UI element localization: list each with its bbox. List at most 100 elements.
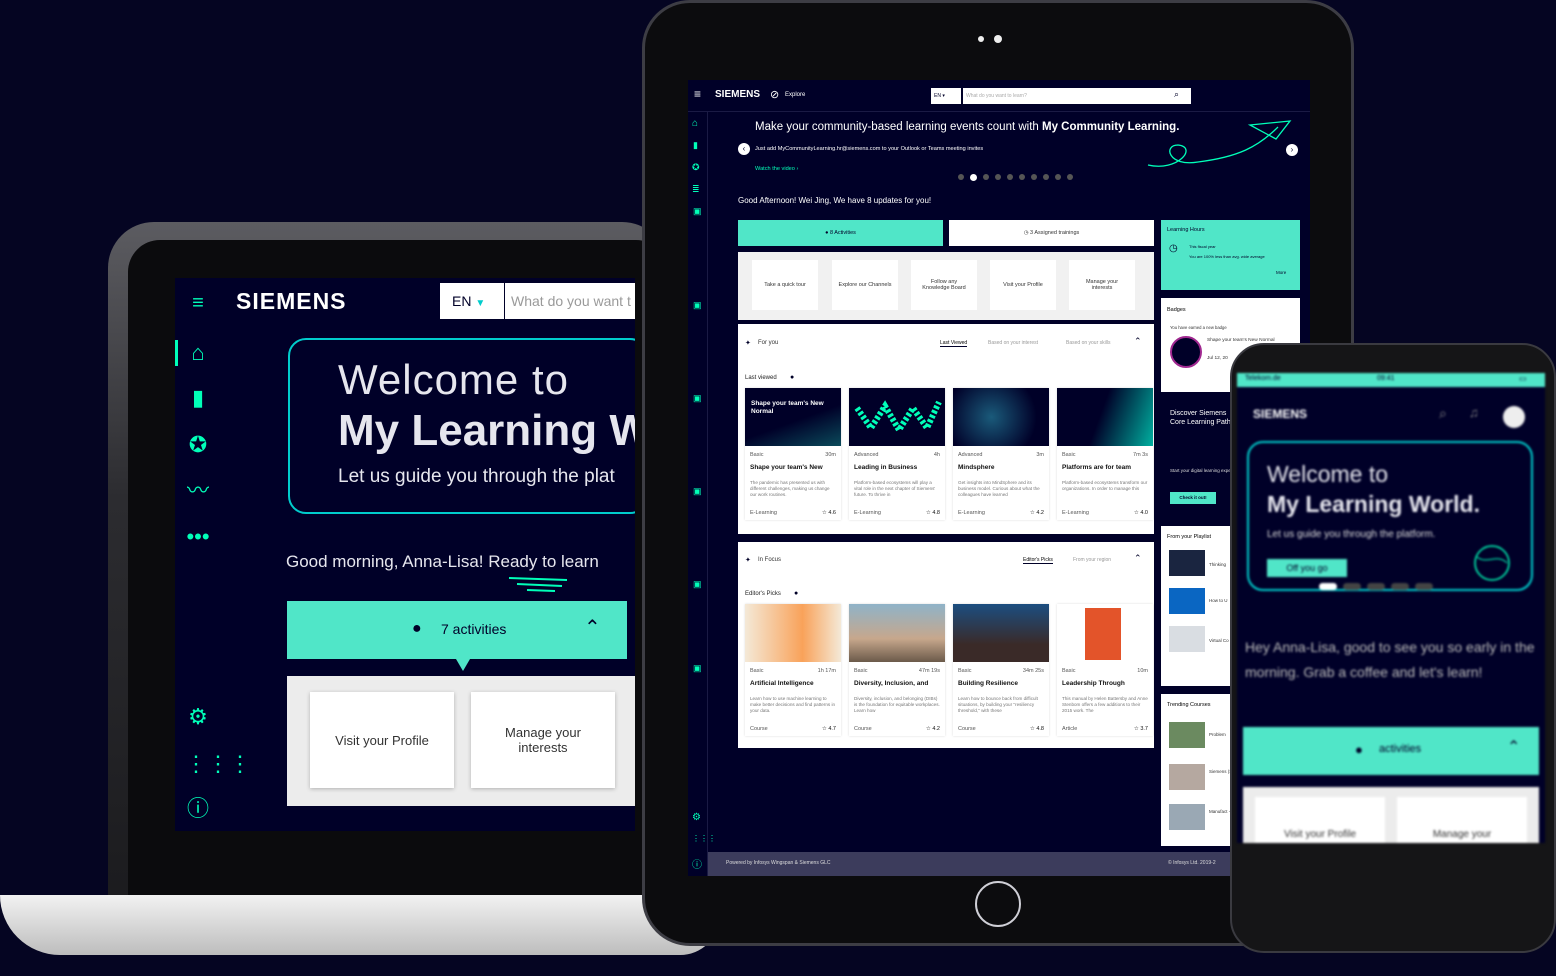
trending-thumbnail[interactable] xyxy=(1169,764,1205,790)
dot-icon[interactable] xyxy=(1415,583,1433,590)
apps-grid-icon[interactable]: ⋮⋮⋮ xyxy=(185,751,251,777)
apps-grid-icon[interactable]: ⋮⋮⋮ xyxy=(692,834,716,843)
chevron-up-icon[interactable]: ⌃ xyxy=(1134,553,1142,564)
dot-icon[interactable] xyxy=(983,174,989,180)
dot-icon[interactable] xyxy=(1067,174,1073,180)
id-card-icon[interactable]: ▣ xyxy=(693,206,702,217)
language-select[interactable]: EN ▼ xyxy=(440,283,504,319)
chevron-down-icon: ▼ xyxy=(475,298,486,309)
info-icon[interactable]: ● xyxy=(790,374,794,381)
course-card[interactable]: Advanced 3m Mindsphere Get insights into… xyxy=(953,388,1049,520)
dot-icon[interactable] xyxy=(1055,174,1061,180)
course-card[interactable]: Basic 10m Leadership Through This manual… xyxy=(1057,604,1153,736)
course-card[interactable]: Basic 47m 19s Diversity, Inclusion, and … xyxy=(849,604,945,736)
manage-interests-card[interactable]: Manage your xyxy=(1397,797,1527,843)
analytics-icon[interactable]: 〰 xyxy=(185,478,211,504)
learning-hours-card[interactable]: Learning Hours ◷ This fiscal year You ar… xyxy=(1161,220,1300,290)
help-icon[interactable]: ⓘ xyxy=(692,856,702,871)
tab-editors-picks[interactable]: Editor's Picks xyxy=(1023,557,1053,564)
dot-icon[interactable] xyxy=(1391,583,1409,590)
search-input[interactable]: What do you want to learn? xyxy=(963,88,1191,104)
bell-icon[interactable]: ♫ xyxy=(1469,405,1479,420)
carousel-prev-icon[interactable]: ‹ xyxy=(738,143,750,155)
carousel-next-icon[interactable]: › xyxy=(1286,144,1298,156)
activities-toggle[interactable]: ● activities ⌃ xyxy=(1243,727,1539,775)
trending-thumbnail[interactable] xyxy=(1169,722,1205,748)
rating-value: 4.8 xyxy=(932,510,940,516)
manage-interests-card[interactable]: Manage your interests xyxy=(471,692,615,788)
activities-toggle[interactable]: ● 7 activities ⌃ xyxy=(287,601,627,659)
visit-profile-card[interactable]: Visit your Profile xyxy=(310,692,454,788)
dot-icon[interactable] xyxy=(1367,583,1385,590)
explore-channels-card[interactable]: Explore our Channels xyxy=(832,260,898,310)
dot-icon[interactable] xyxy=(1019,174,1025,180)
explore-link[interactable]: Explore xyxy=(785,92,805,98)
dot-icon[interactable] xyxy=(995,174,1001,180)
take-tour-card[interactable]: Take a quick tour xyxy=(752,260,818,310)
more-icon[interactable]: ••• xyxy=(185,524,211,550)
tab-based-on-interest[interactable]: Based on your interest xyxy=(988,340,1038,346)
id-card-icon[interactable]: ▣ xyxy=(693,663,702,674)
settings-icon[interactable]: ⚙ xyxy=(692,812,701,823)
dot-icon[interactable] xyxy=(1043,174,1049,180)
dot-icon[interactable] xyxy=(958,174,964,180)
search-input[interactable]: What do you want t xyxy=(505,283,635,319)
home-icon[interactable]: ⌂ xyxy=(185,340,211,366)
dot-active-icon[interactable] xyxy=(970,174,977,181)
watch-video-link[interactable]: Watch the video › xyxy=(755,166,798,172)
settings-icon[interactable]: ⚙ xyxy=(185,704,211,730)
activities-tab[interactable]: ● 8 Activities xyxy=(738,220,943,246)
manage-interests-card[interactable]: Manage your interests xyxy=(1069,260,1135,310)
playlist-thumbnail[interactable] xyxy=(1169,588,1205,614)
knowledge-board-card[interactable]: Follow any Knowledge Board xyxy=(911,260,977,310)
visit-profile-card[interactable]: Visit your Profile xyxy=(1255,797,1385,843)
course-card[interactable]: Basic 7m 3s Platforms are for team Platf… xyxy=(1057,388,1153,520)
home-icon[interactable]: ⌂ xyxy=(692,118,698,129)
playlist-item[interactable]: Thinking xyxy=(1209,562,1226,567)
dot-icon[interactable] xyxy=(1343,583,1361,590)
trending-thumbnail[interactable] xyxy=(1169,804,1205,830)
id-card-icon[interactable]: ▣ xyxy=(693,486,702,497)
menu-icon[interactable]: ≡ xyxy=(694,87,701,101)
avatar[interactable] xyxy=(1503,406,1525,428)
tab-from-your-region[interactable]: From your region xyxy=(1073,557,1111,563)
playlist-thumbnail[interactable] xyxy=(1169,550,1205,576)
search-icon[interactable]: ⌕ xyxy=(1439,405,1447,422)
trending-item[interactable]: Problem xyxy=(1209,732,1226,737)
off-you-go-button[interactable]: Off you go xyxy=(1267,559,1347,577)
menu-icon[interactable]: ≡ xyxy=(185,290,211,316)
more-link[interactable]: More xyxy=(1276,270,1286,275)
language-select[interactable]: EN ▾ xyxy=(931,88,961,104)
dot-icon[interactable] xyxy=(1007,174,1013,180)
search-icon[interactable]: ⌕ xyxy=(1174,89,1179,100)
course-card[interactable]: Basic 34m 25s Building Resilience Learn … xyxy=(953,604,1049,736)
book-icon[interactable]: ▮ xyxy=(693,140,698,151)
course-card[interactable]: Advanced 4h Leading in Business Platform… xyxy=(849,388,945,520)
course-card[interactable]: Basic 1h 17m Artificial Intelligence Lea… xyxy=(745,604,841,736)
explore-icon[interactable]: ✪ xyxy=(692,162,700,173)
info-icon[interactable]: ● xyxy=(794,590,798,597)
tab-based-on-skills[interactable]: Based on your skills xyxy=(1066,340,1110,346)
playlist-thumbnail[interactable] xyxy=(1169,626,1205,652)
help-icon[interactable]: ⓘ xyxy=(185,796,211,822)
dot-icon[interactable] xyxy=(1031,174,1037,180)
book-icon[interactable]: ▮ xyxy=(185,385,211,411)
id-card-icon[interactable]: ▣ xyxy=(693,393,702,404)
playlist-item[interactable]: How to U xyxy=(1209,598,1228,603)
visit-profile-card[interactable]: Visit your Profile xyxy=(990,260,1056,310)
playlist-item[interactable]: Virtual Co xyxy=(1209,638,1229,643)
chevron-up-icon[interactable]: ⌃ xyxy=(1134,336,1142,347)
badge-icon[interactable] xyxy=(1170,336,1202,368)
id-card-icon[interactable]: ▣ xyxy=(693,579,702,590)
course-card[interactable]: Shape your team's New Normal Basic 30m S… xyxy=(745,388,841,520)
check-it-out-button[interactable]: Check it out! xyxy=(1170,492,1216,504)
explore-icon[interactable]: ✪ xyxy=(185,432,211,458)
id-card-icon[interactable]: ▣ xyxy=(693,300,702,311)
course-description: Get insights into MindSphere and its bus… xyxy=(958,480,1040,497)
dot-active-icon[interactable] xyxy=(1319,583,1337,590)
laptop-screen: ≡ ⌂ ▮ ✪ 〰 ••• ⚙ ⋮⋮⋮ ⓘ SIEMENS EN ▼ What … xyxy=(175,278,635,831)
tab-last-viewed[interactable]: Last Viewed xyxy=(940,340,968,347)
list-icon[interactable]: ≣ xyxy=(692,184,700,195)
tablet-home-button[interactable] xyxy=(975,881,1021,927)
assigned-trainings-tab[interactable]: ◷ 3 Assigned trainings xyxy=(949,220,1154,246)
